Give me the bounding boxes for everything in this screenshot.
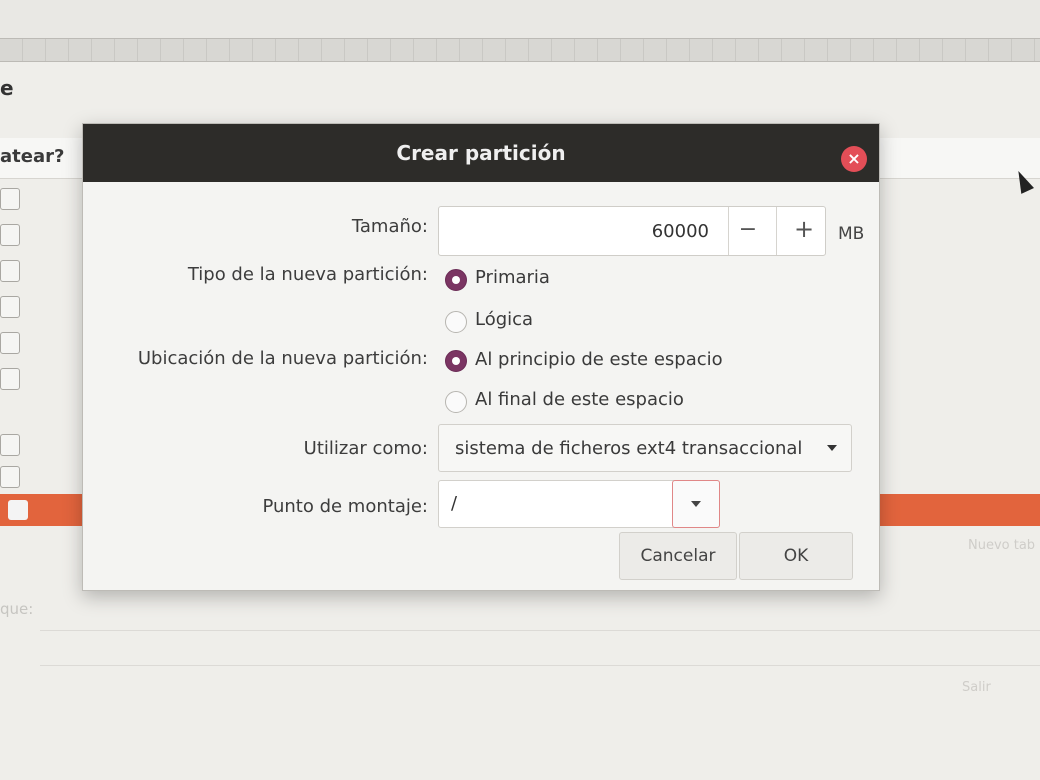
radio-end-label[interactable]: Al final de este espacio [475,389,684,410]
background-header-fragment: atear? [0,146,65,167]
size-value[interactable]: 60000 [652,221,709,242]
radio-primary[interactable] [445,269,467,291]
chevron-down-icon [827,445,837,451]
ok-button[interactable]: OK [739,532,853,580]
background-row-checkbox[interactable] [0,188,20,210]
background-row-checkbox[interactable] [0,434,20,456]
close-button[interactable]: × [841,146,867,172]
mount-point-value[interactable]: / [451,493,457,514]
radio-logical-label[interactable]: Lógica [475,309,533,330]
size-unit: MB [838,224,865,244]
size-label: Tamaño: [351,216,428,237]
dialog-titlebar: Crear partición × [83,124,879,182]
decrease-button[interactable]: − [733,217,763,242]
radio-beginning[interactable] [445,350,467,372]
background-row-checkbox[interactable] [0,368,20,390]
partition-location-label: Ubicación de la nueva partición: [137,348,428,369]
cancel-button[interactable]: Cancelar [619,532,737,580]
background-row-checkbox[interactable] [0,296,20,318]
increase-button[interactable]: + [789,215,819,243]
partition-type-label: Tipo de la nueva partición: [187,264,428,285]
background-divider [40,665,1040,666]
radio-logical[interactable] [445,311,467,333]
filesystem-value: sistema de ficheros ext4 transaccional [455,438,803,459]
size-spinbox[interactable]: 60000 − + [438,206,826,256]
mount-point-label: Punto de montaje: [262,496,428,517]
background-divider [40,630,1040,631]
radio-primary-label[interactable]: Primaria [475,267,550,288]
chevron-down-icon [691,501,701,507]
close-icon: × [847,149,861,168]
background-toolbar-strip [0,38,1040,62]
create-partition-dialog: Crear partición × Tamaño: 60000 − + MB T… [82,123,880,591]
background-exit-button[interactable]: Salir [962,680,991,695]
radio-end[interactable] [445,391,467,413]
background-new-button[interactable]: Nuevo tab [968,538,1035,553]
spin-divider [728,207,729,255]
radio-beginning-label[interactable]: Al principio de este espacio [475,349,723,370]
dialog-title: Crear partición [396,141,566,165]
background-row-checkbox[interactable] [0,466,20,488]
spin-divider [776,207,777,255]
background-selected-checkbox[interactable] [8,500,28,520]
filesystem-combobox[interactable]: sistema de ficheros ext4 transaccional [438,424,852,472]
background-title-fragment: e [0,76,14,100]
mount-point-dropdown-button[interactable] [672,480,720,528]
mount-point-combobox[interactable]: / [438,480,720,528]
background-faded-label: que: [0,600,34,618]
background-row-checkbox[interactable] [0,260,20,282]
use-as-label: Utilizar como: [303,438,428,459]
background-row-checkbox[interactable] [0,332,20,354]
background-row-checkbox[interactable] [0,224,20,246]
